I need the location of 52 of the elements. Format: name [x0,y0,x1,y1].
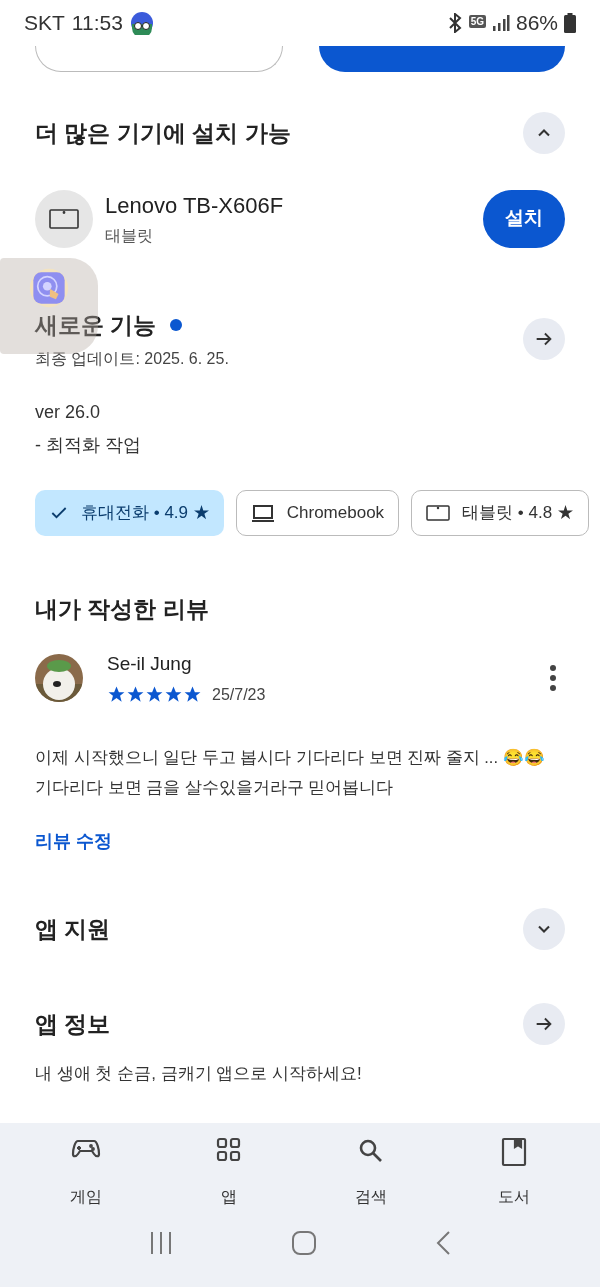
book-icon [500,1137,527,1167]
reviewer-name: Se-il Jung [107,652,193,676]
section-title: 앱 지원 [35,914,111,944]
signal-icon [491,14,510,32]
clock-text: 11:53 [71,10,123,37]
nav-tab[interactable]: 게임 [36,1137,137,1209]
more-vertical-icon [549,665,557,692]
nav-tab[interactable]: 검색 [321,1137,422,1209]
review-text: 기다리다 보면 금을 살수있을거라구 믿어봅니다 [35,777,395,799]
recent-apps-icon[interactable] [149,1231,174,1255]
device-chip[interactable]: 태블릿 • 4.8 ★ [411,489,589,536]
network-badge: 5G [468,15,486,29]
star-icon [126,685,145,704]
nav-tab[interactable]: 앱 [178,1137,279,1209]
notification-icon [129,11,154,35]
star-icon [145,685,164,704]
review-date: 25/7/23 [212,684,266,705]
battery-icon [564,13,576,33]
back-icon[interactable] [434,1231,451,1255]
expand-button[interactable] [523,908,565,950]
star-icon [183,685,202,704]
tablet-icon [49,207,79,230]
battery-text: 86% [515,10,558,37]
section-title: 내가 작성한 리뷰 [34,594,210,624]
update-date: 최종 업데이트: 2025. 6. 25. [35,348,229,369]
apps-grid-icon [215,1137,242,1163]
home-icon[interactable] [292,1231,316,1255]
arrow-button[interactable] [523,1003,565,1045]
release-note: ver 26.0 [35,400,102,424]
section-title: 더 많은 기기에 설치 가능 [35,118,291,148]
carrier-text: SKT [24,10,65,37]
install-button[interactable]: 설치 [483,189,565,248]
device-type: 태블릿 [105,226,154,246]
bluetooth-icon [446,13,463,33]
nav-tab[interactable]: 도서 [463,1137,564,1209]
app-description: 내 생애 첫 순금, 금캐기 앱으로 시작하세요! [34,1063,363,1085]
star-icon [107,685,126,704]
section-title: 앱 정보 [35,1009,111,1039]
star-icon [164,685,183,704]
open-button[interactable] [319,46,565,72]
review-text: 이제 시작했으니 일단 두고 봅시다 기다리다 보면 진짜 줄지 ... 😂😂 [35,746,546,768]
expand-button[interactable] [523,112,565,154]
release-note: - 최적화 작업 [35,433,142,457]
laptop-icon [250,502,275,523]
tablet-icon [426,503,451,522]
touch-gesture-icon [29,268,69,308]
device-chip[interactable]: 휴대전화 • 4.9 ★ [35,489,224,536]
device-chip[interactable]: Chromebook [235,489,400,536]
edit-review-link[interactable]: 리뷰 수정 [35,828,112,855]
section-title: 새로운 기능 [35,311,157,340]
arrow-button[interactable] [523,318,565,361]
device-name: Lenovo TB-X606F [105,192,285,220]
